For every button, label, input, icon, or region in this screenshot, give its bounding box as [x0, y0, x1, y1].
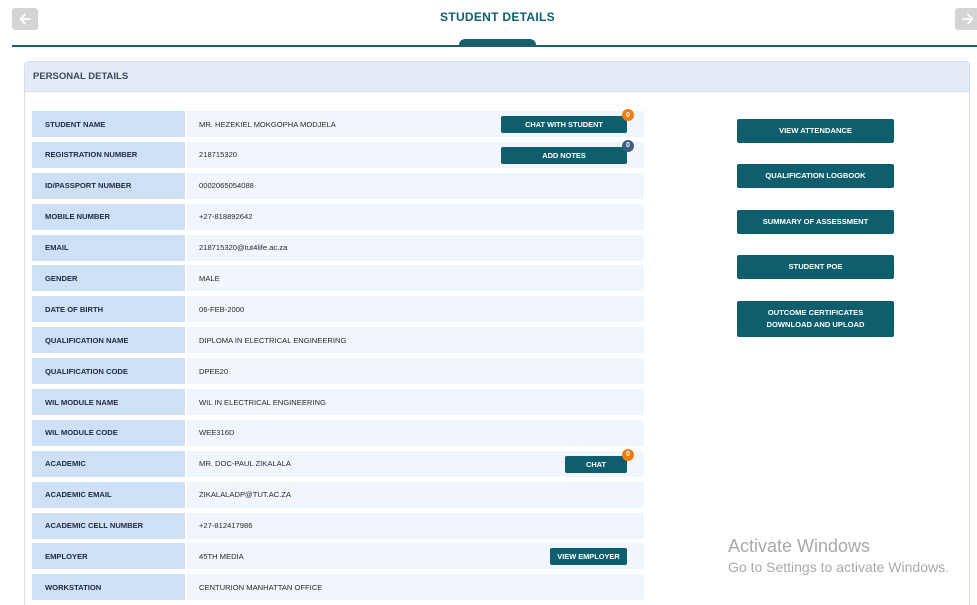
- chat-academic-button[interactable]: CHAT: [565, 455, 627, 473]
- row-wil-module-code: WIL MODULE CODE WEE316D: [32, 419, 644, 446]
- row-academic-email: ACADEMIC EMAIL ZIKALALADP@TUT.AC.ZA: [32, 481, 644, 508]
- field-label: REGISTRATION NUMBER: [32, 141, 185, 168]
- chat-with-student-button[interactable]: CHAT WITH STUDENT: [501, 116, 627, 133]
- row-wil-module-name: WIL MODULE NAME WIL IN ELECTRICAL ENGINE…: [32, 389, 644, 416]
- field-value: WEE316D: [187, 419, 644, 446]
- forward-button[interactable]: [955, 8, 977, 30]
- field-value: 218715320@tut4life.ac.za: [187, 234, 644, 261]
- field-label: ACADEMIC: [32, 450, 185, 477]
- field-value: 06-FEB-2000: [187, 296, 644, 323]
- field-value: 0002065054088: [187, 172, 644, 199]
- field-label: GENDER: [32, 265, 185, 292]
- student-poe-button[interactable]: STUDENT POE: [737, 255, 894, 279]
- row-registration-number: REGISTRATION NUMBER 218715320 ADD NOTES …: [32, 139, 644, 168]
- field-label: MOBILE NUMBER: [32, 203, 185, 230]
- row-qualification-name: QUALIFICATION NAME DIPLOMA IN ELECTRICAL…: [32, 327, 644, 354]
- academic-chat-badge: 0: [622, 448, 634, 461]
- view-attendance-button[interactable]: VIEW ATTENDANCE: [737, 119, 894, 143]
- field-label: STUDENT NAME: [32, 111, 185, 137]
- watermark-title: Activate Windows: [728, 536, 871, 556]
- field-value: DPEE20: [187, 358, 644, 385]
- panel-title: PERSONAL DETAILS: [25, 62, 969, 92]
- view-employer-button[interactable]: VIEW EMPLOYER: [550, 548, 627, 566]
- row-employer: EMPLOYER 45TH MEDIA VIEW EMPLOYER: [32, 543, 644, 570]
- field-label: EMPLOYER: [32, 543, 185, 570]
- details-list: STUDENT NAME MR. HEZEKIEL MOKGOPHA MODJE…: [32, 109, 644, 605]
- row-mobile-number: MOBILE NUMBER +27-818892642: [32, 203, 644, 230]
- field-label: QUALIFICATION CODE: [32, 358, 185, 385]
- field-label: EMAIL: [32, 234, 185, 261]
- field-value: CENTURION MANHATTAN OFFICE: [187, 574, 644, 601]
- row-qualification-code: QUALIFICATION CODE DPEE20: [32, 358, 644, 385]
- watermark-subtitle: Go to Settings to activate Windows.: [728, 559, 949, 575]
- field-label: ID/PASSPORT NUMBER: [32, 172, 185, 199]
- field-value: +27-818892642: [187, 203, 644, 230]
- notes-count-badge: 0: [622, 139, 634, 152]
- row-workstation: WORKSTATION CENTURION MANHATTAN OFFICE: [32, 574, 644, 601]
- qualification-logbook-button[interactable]: QUALIFICATION LOGBOOK: [737, 164, 894, 188]
- personal-details-panel: PERSONAL DETAILS STUDENT NAME MR. HEZEKI…: [24, 61, 970, 605]
- field-value: MALE: [187, 265, 644, 292]
- outcome-certificates-line2: DOWNLOAD AND UPLOAD: [766, 320, 865, 329]
- field-label: WIL MODULE CODE: [32, 419, 185, 446]
- outcome-certificates-line1: OUTCOME CERTIFICATES: [767, 308, 864, 317]
- row-academic-cell: ACADEMIC CELL NUMBER +27-812417986: [32, 512, 644, 539]
- row-email: EMAIL 218715320@tut4life.ac.za: [32, 234, 644, 261]
- field-label: ACADEMIC CELL NUMBER: [32, 512, 185, 539]
- field-value: +27-812417986: [187, 512, 644, 539]
- add-notes-button[interactable]: ADD NOTES: [501, 146, 627, 164]
- field-value: ZIKALALADP@TUT.AC.ZA: [187, 481, 644, 508]
- activate-windows-watermark: Activate Windows Go to Settings to activ…: [728, 536, 949, 578]
- row-id-passport: ID/PASSPORT NUMBER 0002065054088: [32, 172, 644, 199]
- arrow-right-icon: [962, 13, 974, 25]
- field-label: DATE OF BIRTH: [32, 296, 185, 323]
- field-label: WORKSTATION: [32, 574, 185, 601]
- field-value: DIPLOMA IN ELECTRICAL ENGINEERING: [187, 327, 644, 354]
- page-title: STUDENT DETAILS: [440, 10, 555, 24]
- row-academic: ACADEMIC MR. DOC-PAUL ZIKALALA CHAT 0: [32, 448, 644, 477]
- row-date-of-birth: DATE OF BIRTH 06-FEB-2000: [32, 296, 644, 323]
- field-label: WIL MODULE NAME: [32, 389, 185, 416]
- chat-count-badge: 0: [622, 109, 634, 121]
- header-tab-indicator: [459, 39, 536, 47]
- field-label: ACADEMIC EMAIL: [32, 481, 185, 508]
- summary-of-assessment-button[interactable]: SUMMARY OF ASSESSMENT: [737, 210, 894, 234]
- outcome-certificates-button[interactable]: OUTCOME CERTIFICATES DOWNLOAD AND UPLOAD: [737, 301, 894, 337]
- row-student-name: STUDENT NAME MR. HEZEKIEL MOKGOPHA MODJE…: [32, 109, 644, 137]
- row-gender: GENDER MALE: [32, 265, 644, 292]
- field-value: WIL IN ELECTRICAL ENGINEERING: [187, 389, 644, 416]
- field-label: QUALIFICATION NAME: [32, 327, 185, 354]
